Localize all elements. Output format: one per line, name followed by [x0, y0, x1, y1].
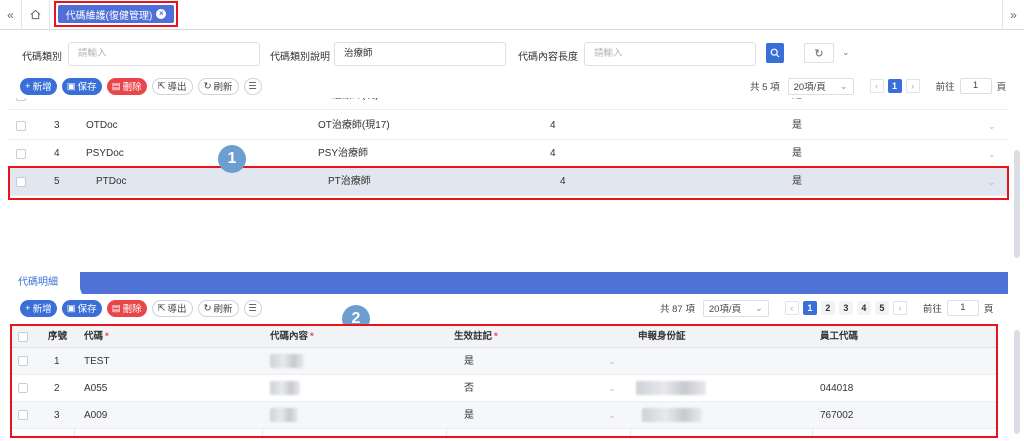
category-input[interactable]: 請輸入	[68, 42, 260, 66]
save-icon: ▣	[66, 302, 76, 314]
save-button[interactable]: ▣ 保存	[61, 77, 102, 95]
table-row[interactable]: 2 OTDoc OT治療師(現) 4 是	[8, 98, 1008, 110]
detail-column-settings-button[interactable]: ☰	[243, 299, 262, 317]
detail-page-1-button[interactable]: 1	[802, 301, 817, 315]
tab-code-maintenance[interactable]: 代碼維護(復健管理) ×	[58, 5, 174, 23]
detail-export-button[interactable]: ⇱ 導出	[151, 299, 193, 317]
selected-row-highlight	[8, 166, 1009, 200]
chevron-down-icon: ⌄	[754, 302, 763, 314]
page-1-button[interactable]: 1	[887, 79, 902, 93]
detail-page-4-button[interactable]: 4	[856, 301, 871, 315]
list-icon: ☰	[248, 302, 257, 314]
trash-icon: ▤	[111, 80, 121, 92]
trash-icon: ▤	[111, 302, 121, 314]
close-tab-icon[interactable]: ×	[156, 9, 167, 19]
lower-scrollbar[interactable]	[1014, 330, 1020, 434]
detail-page-3-button[interactable]: 3	[838, 301, 853, 315]
lower-toolbar: + 新增 ▣ 保存 ▤ 刪除 ⇱ 導出 ↻ 刷新 ☰	[20, 299, 262, 317]
plus-icon: +	[25, 80, 31, 92]
lower-pagination: 共 87 項 20項/頁 ⌄ ‹ 1 2 3 4 5 › 前往 1 頁	[660, 299, 993, 317]
refresh-icon: ↻	[203, 80, 212, 92]
detail-goto-page-input[interactable]: 1	[946, 300, 979, 316]
reset-button[interactable]: ↻	[804, 43, 834, 63]
detail-save-button[interactable]: ▣ 保存	[61, 299, 102, 317]
active-tab-highlight: 代碼維護(復健管理) ×	[54, 1, 178, 27]
export-icon: ⇱	[157, 302, 166, 314]
row-checkbox[interactable]	[16, 98, 26, 101]
export-icon: ⇱	[157, 80, 166, 92]
table-row[interactable]: 4 PSYDoc PSY治療師 4 是 ⌄	[8, 140, 1008, 168]
detail-prev-page-button[interactable]: ‹	[784, 301, 799, 315]
detail-page-size-select[interactable]: 20項/頁 ⌄	[702, 299, 769, 317]
scroll-tabs-right-icon[interactable]: »	[1002, 0, 1024, 30]
scroll-tabs-left-icon[interactable]: «	[0, 0, 22, 30]
next-page-button[interactable]: ›	[905, 79, 920, 93]
goto-page-input[interactable]: 1	[959, 78, 992, 94]
add-button[interactable]: + 新增	[20, 77, 57, 95]
prev-page-button[interactable]: ‹	[869, 79, 884, 93]
export-button[interactable]: ⇱ 導出	[151, 77, 193, 95]
upper-scrollbar[interactable]	[1014, 150, 1020, 258]
chevron-down-icon: ⌄	[839, 80, 848, 92]
refresh-icon: ↻	[814, 47, 824, 60]
detail-total-count: 共 87 項	[660, 304, 695, 315]
detail-table-highlight	[10, 324, 998, 438]
plus-icon: +	[25, 302, 31, 314]
tab-label: 代碼維護(復健管理)	[65, 10, 153, 22]
refresh-button[interactable]: ↻ 刷新	[197, 77, 239, 95]
category-desc-input[interactable]: 治療師	[334, 42, 506, 66]
search-button[interactable]	[766, 43, 784, 63]
section-divider	[74, 272, 1008, 294]
page-size-select[interactable]: 20項/頁 ⌄	[787, 77, 854, 95]
search-form: 代碼類別 請輸入 代碼類別說明 治療師 代碼內容長度 請輸入 ↻ ⌄	[0, 42, 1024, 66]
refresh-icon: ↻	[203, 302, 212, 314]
content-length-input[interactable]: 請輸入	[584, 42, 756, 66]
upper-toolbar: + 新增 ▣ 保存 ▤ 刪除 ⇱ 導出 ↻ 刷新 ☰	[20, 77, 262, 95]
search-icon	[770, 48, 780, 58]
table-row[interactable]: 3 OTDoc OT治療師(現17) 4 是 ⌄	[8, 112, 1008, 140]
detail-next-page-button[interactable]: ›	[892, 301, 907, 315]
tab-bar: « 代碼維護(復健管理) × »	[0, 0, 1024, 30]
category-desc-label: 代碼類別說明	[270, 52, 330, 63]
list-icon: ☰	[248, 80, 257, 92]
detail-delete-button[interactable]: ▤ 刪除	[106, 299, 147, 317]
detail-page-5-button[interactable]: 5	[874, 301, 889, 315]
expand-chevron-icon[interactable]: ⌄	[842, 47, 850, 58]
detail-section-header: 代碼明細	[8, 272, 1008, 294]
delete-button[interactable]: ▤ 刪除	[106, 77, 147, 95]
upper-pagination: 共 5 項 20項/頁 ⌄ ‹ 1 › 前往 1 頁	[750, 77, 1006, 95]
callout-badge-1: 1	[218, 145, 246, 173]
chevron-down-icon[interactable]: ⌄	[988, 112, 996, 140]
detail-goto-page: 前往 1 頁	[922, 300, 994, 316]
home-icon[interactable]	[22, 0, 50, 30]
detail-page-2-button[interactable]: 2	[820, 301, 835, 315]
detail-add-button[interactable]: + 新增	[20, 299, 57, 317]
category-label: 代碼類別	[22, 52, 62, 63]
column-settings-button[interactable]: ☰	[243, 77, 262, 95]
row-checkbox[interactable]	[16, 121, 26, 131]
content-length-label: 代碼內容長度	[518, 52, 578, 63]
detail-refresh-button[interactable]: ↻ 刷新	[197, 299, 239, 317]
total-count: 共 5 項	[750, 82, 780, 93]
save-icon: ▣	[66, 80, 76, 92]
tab-code-detail[interactable]: 代碼明細	[8, 272, 80, 294]
goto-page: 前往 1 頁	[935, 78, 1007, 94]
chevron-down-icon[interactable]: ⌄	[988, 140, 996, 168]
row-checkbox[interactable]	[16, 149, 26, 159]
